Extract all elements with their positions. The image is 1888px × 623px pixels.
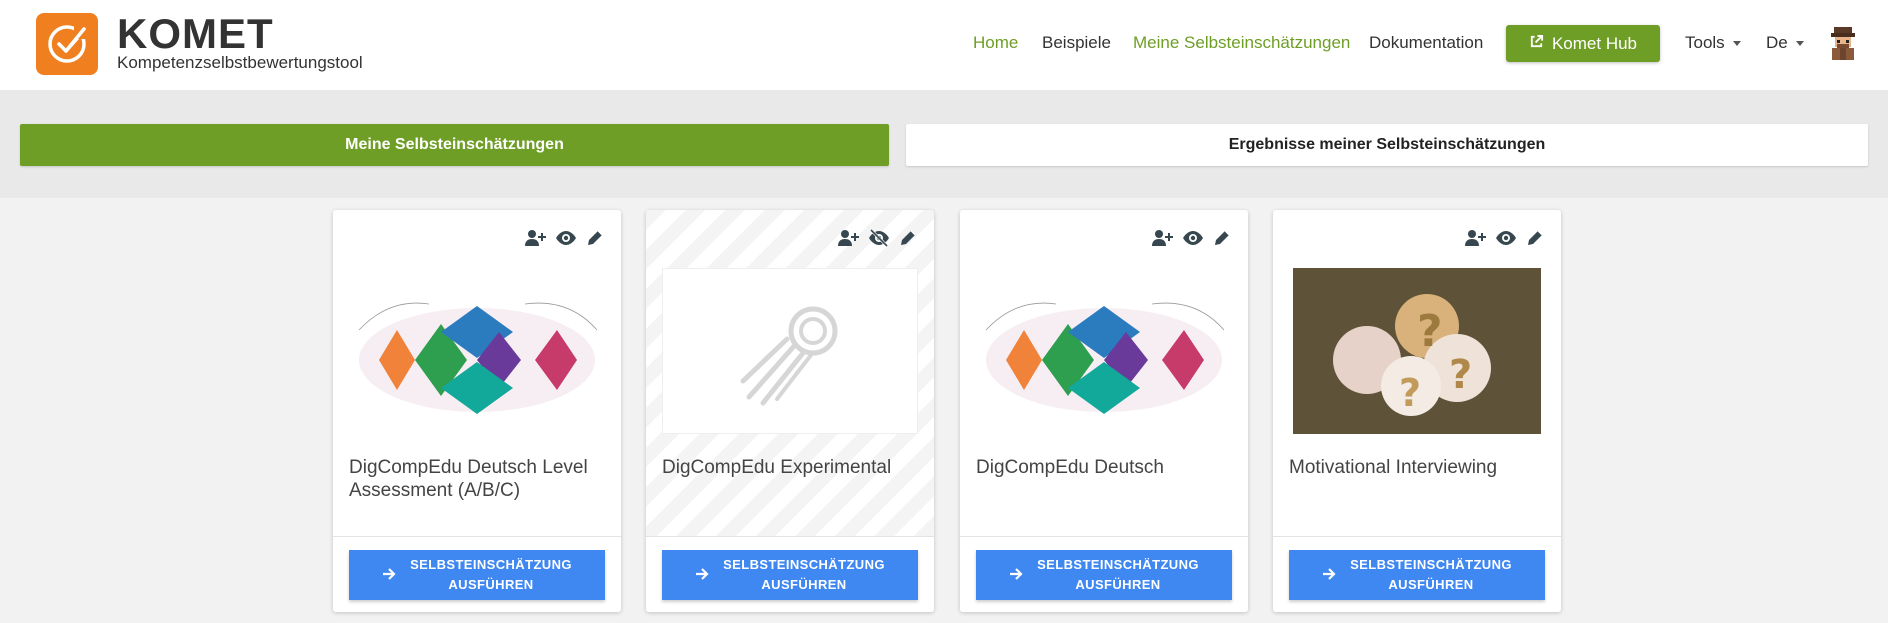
assessment-card: DigCompEdu Deutsch SELBSTEINSCHÄTZUNG AUS…: [960, 210, 1248, 612]
run-button-label-line2: AUSFÜHREN: [448, 577, 534, 592]
eye-slash-icon[interactable]: [868, 228, 890, 248]
question-marks-photo: ? ? ?: [1293, 268, 1541, 434]
pencil-icon[interactable]: [585, 228, 607, 248]
nav-my-assessments[interactable]: Meine Selbsteinschätzungen: [1133, 32, 1350, 54]
card-footer: SELBSTEINSCHÄTZUNG AUSFÜHREN: [960, 537, 1248, 612]
add-user-icon[interactable]: [525, 228, 547, 248]
digcompedu-diagram-image: [985, 302, 1225, 414]
card-title[interactable]: DigCompEdu Deutsch: [976, 456, 1232, 479]
add-user-icon[interactable]: [1152, 228, 1174, 248]
card-footer: SELBSTEINSCHÄTZUNG AUSFÜHREN: [1273, 537, 1561, 612]
run-assessment-button[interactable]: SELBSTEINSCHÄTZUNG AUSFÜHREN: [349, 550, 605, 600]
tools-label: Tools: [1685, 33, 1725, 52]
nav-tools-dropdown[interactable]: Tools: [1685, 32, 1741, 54]
assessment-card: ? ? ? Motivational Interviewing SELBSTEI…: [1273, 210, 1561, 612]
card-title[interactable]: DigCompEdu Deutsch Level Assessment (A/B…: [349, 456, 605, 502]
logo-title[interactable]: KOMET: [117, 12, 274, 56]
check-circle-icon[interactable]: [36, 13, 98, 75]
placeholder-image: [662, 268, 918, 434]
svg-text:?: ?: [1399, 371, 1421, 415]
assessment-card: DigCompEdu Deutsch Level Assessment (A/B…: [333, 210, 621, 612]
komet-hub-button[interactable]: Komet Hub: [1506, 25, 1660, 62]
comet-icon: [740, 306, 838, 406]
chevron-down-icon: [1732, 41, 1741, 47]
language-dropdown[interactable]: De: [1766, 32, 1804, 54]
nav-home[interactable]: Home: [973, 32, 1018, 54]
card-title[interactable]: DigCompEdu Experimental: [662, 456, 918, 479]
assessment-card: DigCompEdu Experimental SELBSTEINSCHÄTZU…: [646, 210, 934, 612]
pencil-icon[interactable]: [898, 228, 920, 248]
arrow-right-icon: [382, 567, 396, 583]
eye-icon[interactable]: [1495, 228, 1517, 248]
logo-subtitle: Kompetenzselbstbewertungstool: [117, 53, 363, 72]
tab-bar: Meine Selbsteinschätzungen Ergebnisse me…: [0, 90, 1888, 198]
run-assessment-button[interactable]: SELBSTEINSCHÄTZUNG AUSFÜHREN: [976, 550, 1232, 600]
run-button-label-line1: SELBSTEINSCHÄTZUNG: [1350, 557, 1512, 572]
pencil-icon[interactable]: [1212, 228, 1234, 248]
card-title[interactable]: Motivational Interviewing: [1289, 456, 1545, 479]
run-button-label-line2: AUSFÜHREN: [1388, 577, 1474, 592]
eye-icon[interactable]: [555, 228, 577, 248]
top-navbar: KOMET Kompetenzselbstbewertungstool Home…: [0, 0, 1888, 90]
card-footer: SELBSTEINSCHÄTZUNG AUSFÜHREN: [646, 537, 934, 612]
card-footer: SELBSTEINSCHÄTZUNG AUSFÜHREN: [333, 537, 621, 612]
komet-hub-label: Komet Hub: [1551, 33, 1638, 53]
arrow-right-icon: [1322, 567, 1336, 583]
run-button-label-line2: AUSFÜHREN: [761, 577, 847, 592]
tab-results[interactable]: Ergebnisse meiner Selbsteinschätzungen: [906, 124, 1868, 166]
tab-my-assessments[interactable]: Meine Selbsteinschätzungen: [20, 124, 889, 166]
nav-documentation[interactable]: Dokumentation: [1369, 32, 1483, 54]
arrow-right-icon: [695, 567, 709, 583]
nav-examples[interactable]: Beispiele: [1042, 32, 1111, 54]
digcompedu-diagram-image: [358, 302, 598, 414]
run-button-label-line1: SELBSTEINSCHÄTZUNG: [410, 557, 572, 572]
chevron-down-icon: [1795, 41, 1804, 47]
arrow-right-icon: [1009, 567, 1023, 583]
external-link-icon: [1529, 34, 1544, 54]
language-label: De: [1766, 33, 1788, 52]
run-assessment-button[interactable]: SELBSTEINSCHÄTZUNG AUSFÜHREN: [662, 550, 918, 600]
svg-text:?: ?: [1449, 352, 1472, 398]
add-user-icon[interactable]: [838, 228, 860, 248]
add-user-icon[interactable]: [1465, 228, 1487, 248]
run-button-label-line1: SELBSTEINSCHÄTZUNG: [723, 557, 885, 572]
run-assessment-button[interactable]: SELBSTEINSCHÄTZUNG AUSFÜHREN: [1289, 550, 1545, 600]
avatar[interactable]: [1826, 25, 1860, 61]
pencil-icon[interactable]: [1525, 228, 1547, 248]
run-button-label-line2: AUSFÜHREN: [1075, 577, 1161, 592]
run-button-label-line1: SELBSTEINSCHÄTZUNG: [1037, 557, 1199, 572]
eye-icon[interactable]: [1182, 228, 1204, 248]
svg-text:?: ?: [1417, 306, 1443, 357]
